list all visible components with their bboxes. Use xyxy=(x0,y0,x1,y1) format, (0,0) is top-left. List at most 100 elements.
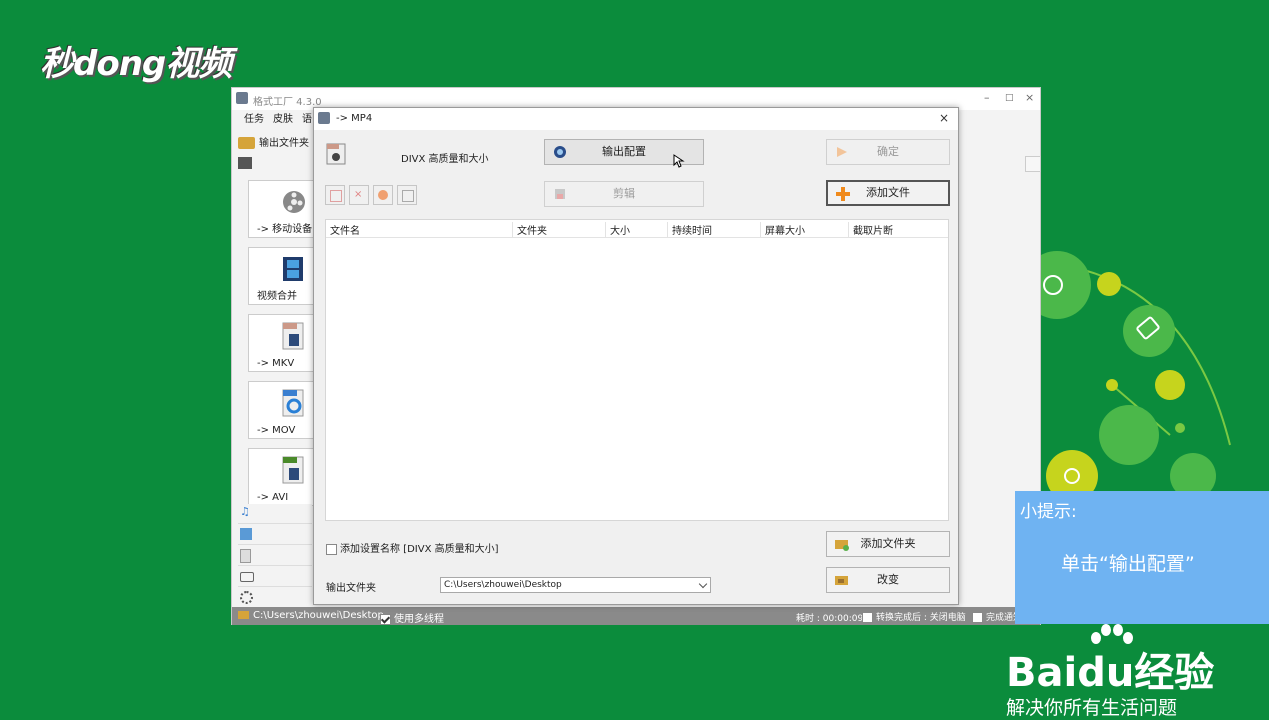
category-document[interactable] xyxy=(238,546,312,566)
column-size[interactable]: 大小 xyxy=(606,222,668,237)
checkbox-icon xyxy=(326,543,337,555)
category-tools[interactable] xyxy=(238,588,312,608)
remove-icon xyxy=(330,190,342,202)
add-folder-icon xyxy=(835,540,849,551)
film-reel-icon xyxy=(283,191,305,213)
sidebar-item-label: -> MOV xyxy=(257,425,296,436)
dialog-titlebar: -> MP4 × xyxy=(314,108,958,130)
disc-icon xyxy=(240,572,254,582)
sidebar-item-label: -> 移动设备 xyxy=(257,224,313,235)
add-setting-name-option[interactable]: 添加设置名称 [DIVX 高质量和大小] xyxy=(326,540,499,555)
document-icon xyxy=(240,549,251,563)
mouse-cursor-icon xyxy=(673,154,685,168)
tip-body: 单击“输出配置” xyxy=(1061,553,1195,575)
sidebar-item-label: -> MKV xyxy=(257,358,295,369)
sidebar-item-mov[interactable]: -> MOV xyxy=(248,381,314,439)
preset-name: DIVX 高质量和大小 xyxy=(401,154,489,165)
background-decoration xyxy=(1040,251,1231,495)
output-folder-combo[interactable]: C:\Users\zhouwei\Desktop xyxy=(440,577,711,593)
mp4-dialog: -> MP4 × DIVX 高质量和大小 输出配置 确定 × 剪辑 添加文件 文… xyxy=(313,107,959,605)
ok-button[interactable]: 确定 xyxy=(826,139,950,165)
table-header: 文件名 文件夹 大小 持续时间 屏幕大小 截取片断 xyxy=(326,220,948,238)
miaodong-logo: 秒dong视频 xyxy=(40,44,232,84)
mov-file-icon xyxy=(282,389,304,417)
app-icon xyxy=(236,92,248,104)
add-folder-label: 添加文件夹 xyxy=(860,537,916,550)
category-music[interactable]: ♫ xyxy=(238,504,312,524)
folder-icon xyxy=(238,137,255,149)
baidu-slogan: 解决你所有生活问题 xyxy=(1006,697,1178,719)
ok-label: 确定 xyxy=(877,145,899,158)
after-convert-option[interactable]: 转换完成后 : 关闭电脑 xyxy=(862,610,966,623)
video-category-icon[interactable] xyxy=(238,157,252,169)
output-folder-value: C:\Users\zhouwei\Desktop xyxy=(444,580,562,590)
clear-list-button[interactable]: × xyxy=(349,185,369,205)
column-clip-segment[interactable]: 截取片断 xyxy=(849,222,949,237)
checkbox-checked-icon xyxy=(380,613,391,625)
clear-icon: × xyxy=(354,189,363,200)
add-setting-name-label: 添加设置名称 [DIVX 高质量和大小] xyxy=(340,544,499,555)
film-strip-icon xyxy=(283,257,303,281)
sidebar-item-avi[interactable]: -> AVI xyxy=(248,448,314,506)
clip-button[interactable]: 剪辑 xyxy=(544,181,704,207)
output-folder-label: 输出文件夹 xyxy=(326,583,376,594)
column-filename[interactable]: 文件名 xyxy=(326,222,513,237)
remove-item-button[interactable] xyxy=(325,185,345,205)
sidebar-item-label: 视频合并 xyxy=(257,291,297,302)
after-convert-label: 转换完成后 : 关闭电脑 xyxy=(876,613,966,623)
column-screen-size[interactable]: 屏幕大小 xyxy=(761,222,849,237)
output-folder-toolbar-label: 输出文件夹 xyxy=(259,138,309,149)
menu-bar: 任务 皮肤语 xyxy=(232,110,314,128)
mp4-format-icon xyxy=(326,143,346,165)
file-table[interactable]: 文件名 文件夹 大小 持续时间 屏幕大小 截取片断 xyxy=(325,219,949,521)
menu-task[interactable]: 任务 xyxy=(244,114,264,125)
music-icon: ♫ xyxy=(240,505,250,518)
output-config-label: 输出配置 xyxy=(602,145,646,158)
baidu-jingyan-logo: Baidu经验 xyxy=(1006,650,1215,696)
column-duration[interactable]: 持续时间 xyxy=(668,222,761,237)
chevron-down-icon xyxy=(698,579,708,589)
change-button[interactable]: 改变 xyxy=(826,567,950,593)
sidebar-item-mkv[interactable]: -> MKV xyxy=(248,314,314,372)
category-picture[interactable] xyxy=(238,525,312,545)
tip-heading: 小提示: xyxy=(1020,502,1077,522)
avi-file-icon xyxy=(282,456,304,484)
checkbox-icon xyxy=(862,612,873,623)
add-file-button[interactable]: 添加文件 xyxy=(826,180,950,206)
maximize-icon[interactable]: □ xyxy=(1005,93,1014,103)
column-folder[interactable]: 文件夹 xyxy=(513,222,606,237)
mkv-file-icon xyxy=(282,322,304,350)
dialog-close-icon[interactable]: × xyxy=(939,111,949,125)
minimize-icon[interactable]: – xyxy=(984,91,990,104)
category-disc[interactable] xyxy=(238,567,312,587)
add-file-label: 添加文件 xyxy=(866,186,910,199)
main-window-title: 格式工厂 4.3.0 xyxy=(253,97,322,108)
sidebar-item-label: -> AVI xyxy=(257,492,289,503)
elapsed-time: 耗时 : 00:00:09 xyxy=(796,614,864,624)
status-bar: C:\Users\zhouwei\Desktop 使用多线程 耗时 : 00:0… xyxy=(232,607,1040,625)
ok-arrow-icon xyxy=(837,147,847,157)
info-button[interactable] xyxy=(397,185,417,205)
play-button[interactable] xyxy=(373,185,393,205)
play-icon xyxy=(378,190,388,200)
tools-icon xyxy=(240,591,253,604)
clip-label: 剪辑 xyxy=(613,187,635,200)
menu-skin[interactable]: 皮肤 xyxy=(273,114,293,125)
sidebar-item-mobile[interactable]: -> 移动设备 xyxy=(248,180,314,238)
folder-icon xyxy=(238,611,249,619)
multithread-checkbox[interactable]: 使用多线程 xyxy=(380,610,444,625)
app-icon xyxy=(318,112,330,124)
status-path: C:\Users\zhouwei\Desktop xyxy=(253,610,384,621)
plus-icon xyxy=(836,187,850,201)
add-folder-button[interactable]: 添加文件夹 xyxy=(826,531,950,557)
change-label: 改变 xyxy=(877,573,899,586)
picture-icon xyxy=(240,528,252,540)
clip-icon xyxy=(555,189,565,199)
output-folder-toolbar-button[interactable]: 输出文件夹 xyxy=(238,134,309,149)
close-icon[interactable]: × xyxy=(1025,91,1034,104)
tip-panel: 小提示: 单击“输出配置” xyxy=(1015,491,1269,624)
panel-header xyxy=(1025,156,1041,172)
sidebar-item-video-merge[interactable]: 视频合并 xyxy=(248,247,314,305)
folder-icon xyxy=(835,576,848,585)
menu-language[interactable]: 语 xyxy=(302,114,312,125)
